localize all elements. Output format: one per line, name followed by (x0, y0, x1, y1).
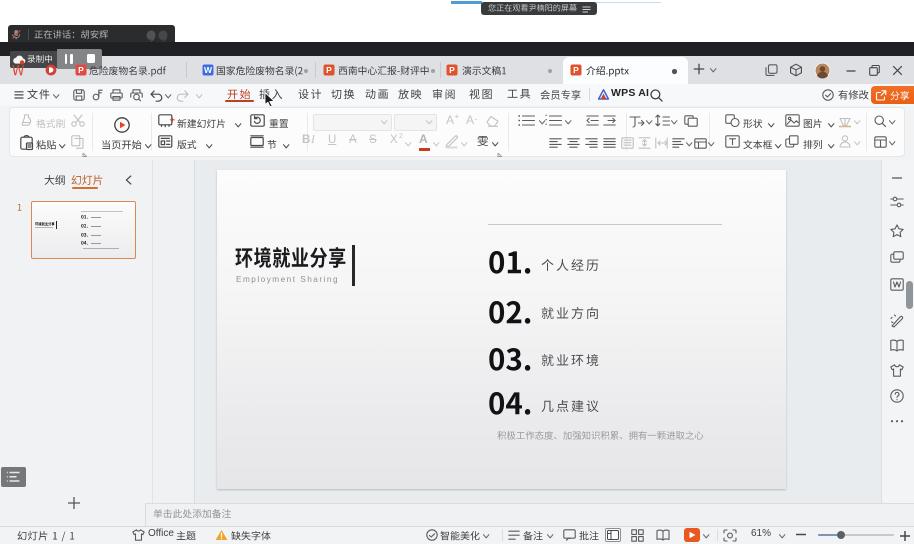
svg-text:P: P (573, 65, 579, 75)
svg-text:P: P (326, 65, 332, 75)
svg-text:P: P (78, 65, 84, 75)
svg-text:W: W (204, 65, 213, 75)
svg-text:P: P (449, 65, 455, 75)
